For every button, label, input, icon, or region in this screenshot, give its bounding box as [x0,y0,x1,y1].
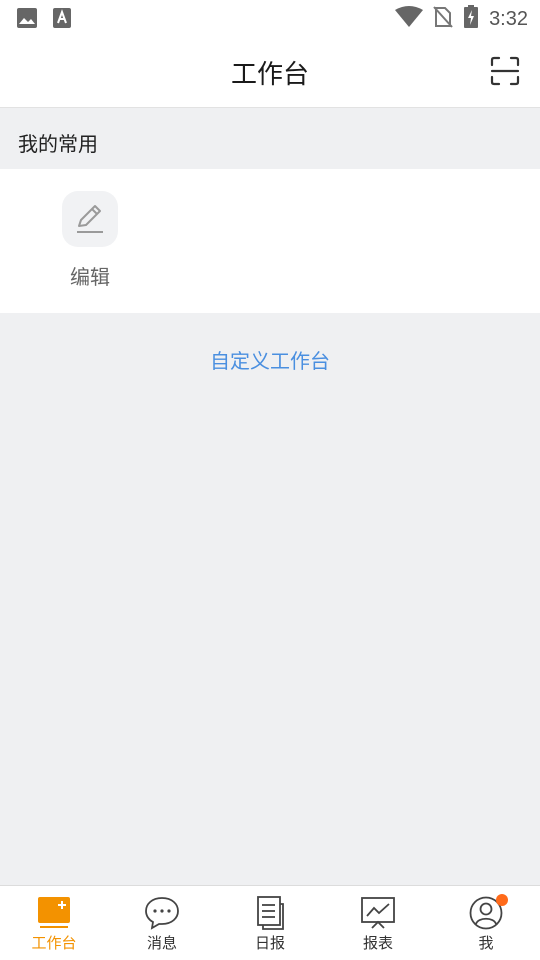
tab-label: 工作台 [31,934,77,952]
wifi-icon [395,6,424,32]
favorites-section-title: 我的常用 [18,132,98,156]
chat-bubble-icon [145,897,179,930]
workbench-icon [38,897,70,928]
bottom-tab-bar: 工作台 消息 日报 报表 我 [0,885,540,960]
battery-charging-icon [463,5,479,33]
favorites-panel: 编辑 [0,169,540,313]
tab-me[interactable]: 我 [432,886,540,960]
tab-label: 报表 [362,934,393,952]
daily-report-icon [257,896,284,930]
no-sim-icon [433,5,453,33]
favorite-item-label: 编辑 [70,265,110,289]
customize-workbench-link[interactable]: 自定义工作台 [0,345,540,374]
chart-board-icon [361,897,395,929]
scan-button[interactable] [490,56,520,86]
notification-badge [496,894,508,906]
tab-workbench[interactable]: 工作台 [0,886,108,960]
tab-label: 消息 [146,934,177,952]
tab-daily-report[interactable]: 日报 [216,886,324,960]
tab-reports[interactable]: 报表 [324,886,432,960]
tab-label: 日报 [254,934,285,952]
status-bar: 3:32 [0,0,540,36]
image-icon [16,7,38,33]
scan-icon [490,56,520,86]
tab-label: 我 [478,934,494,952]
app-header: 工作台 [0,36,540,108]
font-download-icon [52,7,72,33]
pencil-icon [62,191,118,247]
favorite-item-edit[interactable]: 编辑 [56,191,124,290]
page-title: 工作台 [230,60,309,90]
tab-messages[interactable]: 消息 [108,886,216,960]
status-time: 3:32 [489,7,528,30]
